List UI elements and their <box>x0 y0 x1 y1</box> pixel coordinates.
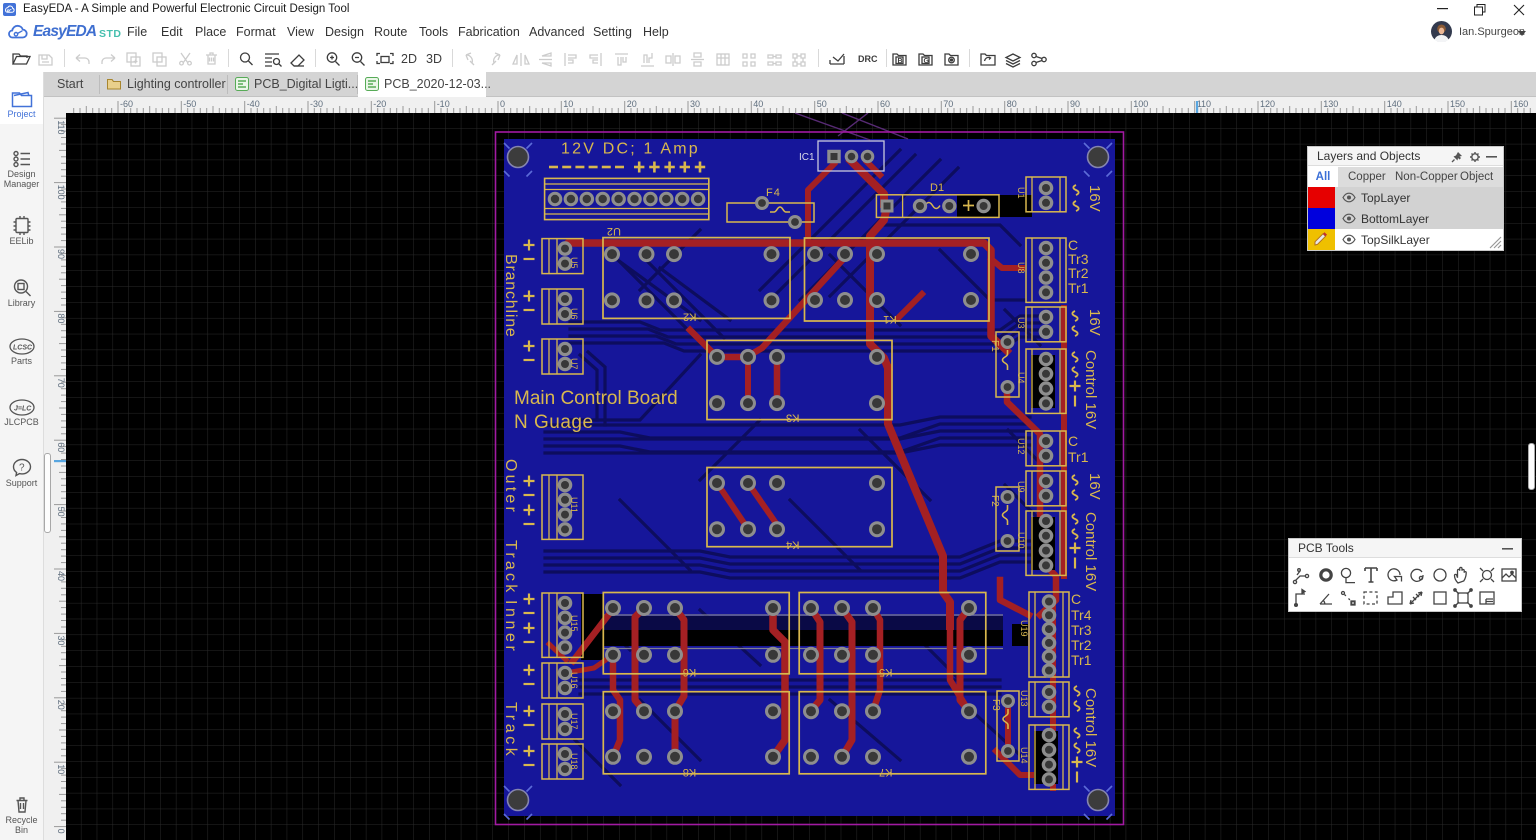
svg-text:20: 20 <box>627 99 637 109</box>
svg-text:Tr2: Tr2 <box>1071 637 1092 653</box>
svg-text:F3: F3 <box>990 699 1001 711</box>
svg-text:150: 150 <box>1450 99 1465 109</box>
svg-text:C: C <box>1071 591 1081 607</box>
svg-text:U5: U5 <box>569 257 579 269</box>
svg-text:-60: -60 <box>120 99 133 109</box>
svg-text:K7: K7 <box>879 766 892 778</box>
svg-text:-40: -40 <box>247 99 260 109</box>
svg-text:16V: 16V <box>1086 473 1103 500</box>
svg-text:Tr4: Tr4 <box>1071 607 1092 623</box>
svg-text:110: 110 <box>1197 99 1211 109</box>
svg-text:Control 16V: Control 16V <box>1082 350 1099 429</box>
svg-text:0: 0 <box>500 99 505 109</box>
svg-text:60: 60 <box>880 99 890 109</box>
svg-text:G: G <box>924 58 930 65</box>
svg-text:K6: K6 <box>683 666 696 678</box>
svg-text:40: 40 <box>56 571 66 581</box>
svg-text:90: 90 <box>1070 99 1080 109</box>
svg-text:B: B <box>898 58 903 65</box>
svg-text:U16: U16 <box>569 672 579 689</box>
svg-text:D1: D1 <box>930 182 944 194</box>
svg-text:Branchline: Branchline <box>502 254 519 338</box>
svg-text:70: 70 <box>943 99 953 109</box>
svg-text:U2: U2 <box>607 225 621 237</box>
svg-text:0: 0 <box>56 829 66 834</box>
svg-text:Tr1: Tr1 <box>1068 280 1089 296</box>
svg-text:U4: U4 <box>1016 372 1026 384</box>
svg-text:90: 90 <box>56 249 66 259</box>
svg-text:Tr1: Tr1 <box>1068 449 1089 465</box>
svg-text:-10: -10 <box>437 99 450 109</box>
svg-text:F4: F4 <box>766 187 781 199</box>
svg-text:Outer: Outer <box>502 459 519 515</box>
svg-text:Tr2: Tr2 <box>1068 265 1089 281</box>
svg-text:U12: U12 <box>1016 438 1026 455</box>
svg-text:IC1: IC1 <box>799 152 815 163</box>
svg-text:U13: U13 <box>1019 690 1029 707</box>
svg-text:Main Control Board: Main Control Board <box>514 388 678 409</box>
svg-text:16V: 16V <box>1086 185 1103 212</box>
svg-text:12V DC; 1 Amp: 12V DC; 1 Amp <box>561 141 700 158</box>
svg-text:U6: U6 <box>569 308 579 320</box>
svg-text:U1: U1 <box>1016 187 1026 199</box>
svg-text:10: 10 <box>563 99 573 109</box>
svg-text:K2: K2 <box>683 310 696 322</box>
svg-text:K4: K4 <box>786 539 799 551</box>
svg-text:100: 100 <box>56 185 66 200</box>
svg-text:U15: U15 <box>569 615 579 632</box>
svg-text:-20: -20 <box>373 99 386 109</box>
svg-text:F2: F2 <box>989 495 1000 507</box>
svg-text:Control 16V: Control 16V <box>1082 688 1099 767</box>
svg-text:50: 50 <box>56 507 66 517</box>
svg-text:U11: U11 <box>569 497 579 513</box>
svg-text:N Guage: N Guage <box>514 412 594 433</box>
svg-text:K3: K3 <box>786 412 799 424</box>
svg-text:Tr1: Tr1 <box>1071 652 1092 668</box>
svg-text:50: 50 <box>817 99 827 109</box>
svg-text:LCSC: LCSC <box>13 345 33 352</box>
svg-text:30: 30 <box>56 635 66 645</box>
svg-text:20: 20 <box>56 700 66 710</box>
svg-text:2D: 2D <box>401 52 417 66</box>
svg-text:Tr3: Tr3 <box>1071 622 1092 638</box>
svg-text:140: 140 <box>1387 99 1402 109</box>
svg-text:100: 100 <box>1133 99 1148 109</box>
svg-text:-30: -30 <box>310 99 323 109</box>
svg-text:Track: Track <box>502 702 519 759</box>
svg-text:K5: K5 <box>879 666 892 678</box>
svg-text:130: 130 <box>1323 99 1338 109</box>
svg-text:60: 60 <box>56 442 66 452</box>
svg-text:U7: U7 <box>569 358 579 370</box>
svg-text:10: 10 <box>56 764 66 774</box>
svg-text:U17: U17 <box>569 713 579 730</box>
svg-text:F1: F1 <box>989 340 1000 352</box>
svg-text:?: ? <box>19 463 25 474</box>
svg-text:U3: U3 <box>1016 317 1026 329</box>
svg-text:C: C <box>1068 433 1078 449</box>
svg-text:Inner: Inner <box>502 600 519 654</box>
svg-text:J=LC: J=LC <box>14 406 32 413</box>
svg-text:Control 16V: Control 16V <box>1082 512 1099 591</box>
svg-text:U10: U10 <box>1016 532 1026 549</box>
svg-text:16V: 16V <box>1086 309 1103 336</box>
svg-text:110: 110 <box>56 120 66 134</box>
svg-text:70: 70 <box>56 378 66 388</box>
svg-text:U19: U19 <box>1019 620 1029 637</box>
svg-text:160: 160 <box>1513 99 1528 109</box>
svg-text:80: 80 <box>1007 99 1017 109</box>
svg-text:80: 80 <box>56 313 66 323</box>
svg-text:K8: K8 <box>683 766 696 778</box>
svg-text:K1: K1 <box>883 313 896 325</box>
svg-text:3D: 3D <box>426 52 442 66</box>
svg-text:Track: Track <box>502 540 519 595</box>
svg-text:40: 40 <box>753 99 763 109</box>
svg-text:DRC: DRC <box>858 54 878 64</box>
svg-text:U14: U14 <box>1019 747 1029 764</box>
svg-text:U18: U18 <box>569 753 579 770</box>
svg-text:-50: -50 <box>183 99 196 109</box>
svg-text:U8: U8 <box>1016 262 1026 274</box>
svg-text:120: 120 <box>1260 99 1275 109</box>
svg-text:30: 30 <box>690 99 700 109</box>
